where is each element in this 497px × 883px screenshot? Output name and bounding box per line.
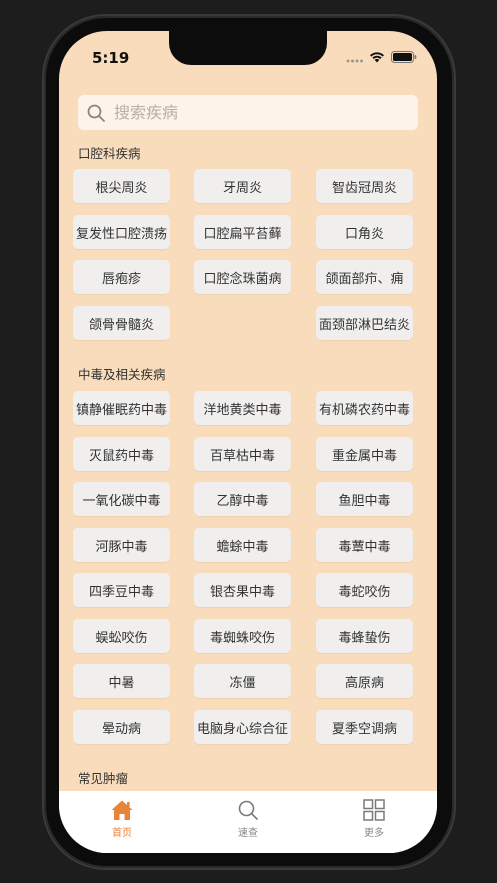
disease-chip[interactable]: 冻僵 bbox=[194, 664, 291, 698]
disease-chip[interactable]: 银杏果中毒 bbox=[194, 573, 291, 607]
grid-icon bbox=[363, 799, 385, 821]
disease-chip[interactable]: 灭鼠药中毒 bbox=[73, 437, 170, 471]
tab-label: 速查 bbox=[238, 828, 258, 839]
disease-chip[interactable]: 晕动病 bbox=[73, 710, 170, 744]
tab-bar: 首页 速查 更多 bbox=[59, 791, 437, 853]
empty-chip-slot bbox=[194, 306, 291, 340]
disease-chip[interactable]: 河豚中毒 bbox=[73, 528, 170, 562]
disease-chip[interactable]: 毒蜂蛰伤 bbox=[316, 619, 413, 653]
disease-chip[interactable]: 鱼胆中毒 bbox=[316, 482, 413, 516]
search-input[interactable] bbox=[114, 103, 374, 122]
disease-chip[interactable]: 颌骨骨髓炎 bbox=[73, 306, 170, 340]
notch bbox=[169, 31, 327, 65]
home-icon bbox=[111, 800, 133, 820]
battery-icon bbox=[391, 51, 417, 63]
tab-label: 首页 bbox=[112, 828, 132, 839]
disease-chip[interactable]: 毒蜘蛛咬伤 bbox=[194, 619, 291, 653]
disease-chip[interactable]: 智齿冠周炎 bbox=[316, 169, 413, 203]
disease-chip[interactable]: 颌面部疖、痈 bbox=[316, 260, 413, 294]
wifi-icon bbox=[370, 52, 384, 63]
disease-chip[interactable]: 口腔扁平苔藓 bbox=[194, 215, 291, 249]
disease-chip[interactable]: 口腔念珠菌病 bbox=[194, 260, 291, 294]
disease-chip[interactable]: 重金属中毒 bbox=[316, 437, 413, 471]
app-screen: 5:19 搜索疾病 口腔科疾病 根尖周炎 牙周炎 智齿冠周炎 复发性口腔溃疡 口… bbox=[59, 31, 437, 853]
tab-label: 更多 bbox=[364, 828, 384, 839]
disease-chip[interactable]: 中暑 bbox=[73, 664, 170, 698]
disease-chip[interactable]: 牙周炎 bbox=[194, 169, 291, 203]
disease-chip[interactable]: 百草枯中毒 bbox=[194, 437, 291, 471]
disease-chip[interactable]: 根尖周炎 bbox=[73, 169, 170, 203]
disease-chip[interactable]: 唇疱疹 bbox=[73, 260, 170, 294]
search-icon bbox=[238, 800, 258, 820]
search-bar[interactable] bbox=[78, 95, 418, 130]
disease-chip[interactable]: 复发性口腔溃疡 bbox=[73, 215, 170, 249]
disease-chip[interactable]: 洋地黄类中毒 bbox=[194, 391, 291, 425]
disease-chip[interactable]: 毒蛇咬伤 bbox=[316, 573, 413, 607]
disease-chip[interactable]: 镇静催眠药中毒 bbox=[73, 391, 170, 425]
section-title-tumors: 常见肿瘤 bbox=[78, 771, 129, 786]
section-title-poisoning: 中毒及相关疾病 bbox=[78, 367, 166, 382]
disease-chip[interactable]: 高原病 bbox=[316, 664, 413, 698]
signal-icon bbox=[346, 59, 363, 62]
status-time: 5:19 bbox=[92, 49, 130, 67]
disease-chip[interactable]: 口角炎 bbox=[316, 215, 413, 249]
disease-chip[interactable]: 四季豆中毒 bbox=[73, 573, 170, 607]
tab-more[interactable]: 更多 bbox=[344, 799, 404, 839]
disease-chip[interactable]: 蟾蜍中毒 bbox=[194, 528, 291, 562]
disease-chip[interactable]: 电脑身心综合征 bbox=[194, 710, 291, 744]
disease-chip[interactable]: 夏季空调病 bbox=[316, 710, 413, 744]
disease-chip[interactable]: 面颈部淋巴结炎 bbox=[316, 306, 413, 340]
phone-frame: 5:19 搜索疾病 口腔科疾病 根尖周炎 牙周炎 智齿冠周炎 复发性口腔溃疡 口… bbox=[44, 16, 454, 868]
disease-chip[interactable]: 有机磷农药中毒 bbox=[316, 391, 413, 425]
disease-chip[interactable]: 蜈蚣咬伤 bbox=[73, 619, 170, 653]
section-title-oral: 口腔科疾病 bbox=[78, 146, 141, 161]
search-icon bbox=[87, 104, 105, 122]
disease-chip[interactable]: 一氧化碳中毒 bbox=[73, 482, 170, 516]
tab-home[interactable]: 首页 bbox=[92, 799, 152, 839]
status-icons bbox=[346, 51, 417, 63]
disease-chip[interactable]: 毒蕈中毒 bbox=[316, 528, 413, 562]
disease-chip[interactable]: 乙醇中毒 bbox=[194, 482, 291, 516]
tab-search[interactable]: 速查 bbox=[218, 799, 278, 839]
